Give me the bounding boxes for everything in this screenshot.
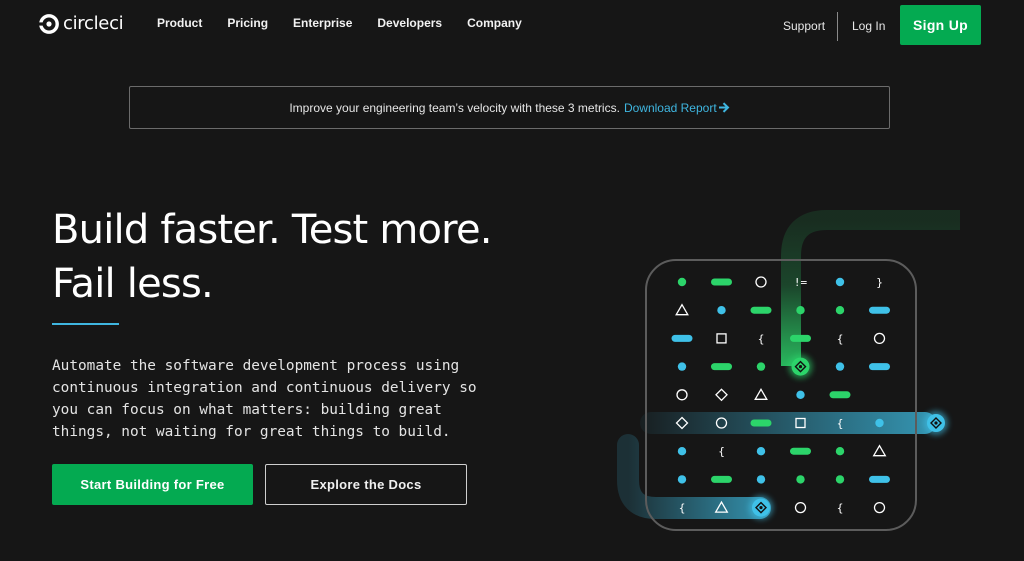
hero-description: Automate the software development proces… (52, 358, 477, 440)
hero-title-line2: Fail less. (52, 261, 214, 307)
pipeline-illustration: !=} { { { { { { (617, 210, 960, 531)
not-equal-glyph: != (794, 276, 808, 289)
blue-dot (875, 418, 884, 428)
hero-title-line1: Build faster. Test more. (52, 207, 492, 253)
blue-dot (796, 390, 805, 399)
brace-open-glyph: { (837, 332, 844, 345)
nav-developers[interactable]: Developers (377, 16, 442, 30)
green-pill (750, 419, 772, 427)
page: circleci Product Pricing Enterprise Deve… (0, 0, 1024, 561)
blue-dot (835, 362, 845, 371)
nav-support[interactable]: Support (783, 19, 825, 33)
circleci-logo[interactable]: circleci (39, 13, 124, 34)
nav-enterprise[interactable]: Enterprise (293, 16, 352, 30)
brace-open-glyph: { (758, 332, 765, 345)
explore-docs-button[interactable]: Explore the Docs (265, 464, 467, 505)
main-nav: Product Pricing Enterprise Developers Co… (157, 16, 522, 30)
banner-text: Improve your engineering team’s velocity… (289, 100, 620, 115)
green-pill (711, 363, 732, 371)
brace-close-glyph: } (876, 276, 883, 289)
green-pill (790, 334, 811, 342)
green-dot (835, 447, 845, 456)
announcement-banner: Improve your engineering team’s velocity… (129, 86, 890, 129)
hero-accent-rule (52, 323, 119, 325)
green-dot (835, 306, 845, 315)
green-pill (829, 391, 851, 399)
triangle-outline (872, 444, 887, 457)
blue-dot (677, 362, 687, 371)
blue-pill (869, 475, 890, 483)
blue-pill (869, 306, 890, 314)
nav-divider (837, 12, 838, 41)
blue-dot (835, 277, 845, 287)
blue-pill (869, 363, 890, 371)
nav-pricing[interactable]: Pricing (227, 16, 268, 30)
green-dot (756, 362, 766, 371)
green-dot (835, 475, 845, 484)
circle-outline (873, 501, 886, 514)
blue-node-icon (924, 411, 948, 435)
hero-title: Build faster. Test more. Fail less. (52, 203, 492, 311)
triangle-outline (675, 303, 689, 316)
green-pill (711, 475, 732, 483)
blue-dot (756, 475, 766, 484)
nav-login[interactable]: Log In (852, 19, 885, 33)
nav-company[interactable]: Company (467, 16, 522, 30)
circle-outline (873, 332, 886, 345)
brace-open-glyph: { (837, 502, 844, 515)
green-dot (796, 475, 805, 484)
blue-dot (717, 306, 726, 315)
green-pill (711, 278, 732, 286)
diamond-outline (715, 388, 728, 402)
green-pill (750, 306, 772, 314)
square-outline (716, 333, 727, 344)
signup-button[interactable]: Sign Up (900, 5, 981, 45)
circleci-logo-icon (39, 13, 59, 34)
brace-open-glyph: { (679, 502, 686, 515)
green-dot (677, 277, 687, 287)
blue-dot (677, 447, 687, 456)
blue-pill (671, 334, 693, 342)
green-pill (790, 447, 811, 455)
blue-node-icon (749, 495, 773, 520)
arrow-right-icon[interactable] (718, 102, 730, 113)
nav-product[interactable]: Product (157, 16, 202, 30)
start-building-button[interactable]: Start Building for Free (52, 464, 253, 505)
logo-text: circleci (63, 13, 124, 34)
blue-dot (677, 475, 687, 484)
brace-open-glyph: { (837, 417, 844, 430)
download-report-link[interactable]: Download Report (624, 101, 717, 115)
green-node-icon (788, 354, 813, 379)
triangle-outline (754, 388, 768, 400)
pipeline-grid: !=} { { { { { { (671, 276, 948, 520)
circle-outline (755, 276, 767, 288)
circle-outline (676, 389, 688, 401)
green-dot (796, 306, 805, 315)
brace-open-glyph: { (718, 445, 725, 458)
circle-outline (794, 501, 807, 514)
blue-dot (756, 447, 766, 456)
